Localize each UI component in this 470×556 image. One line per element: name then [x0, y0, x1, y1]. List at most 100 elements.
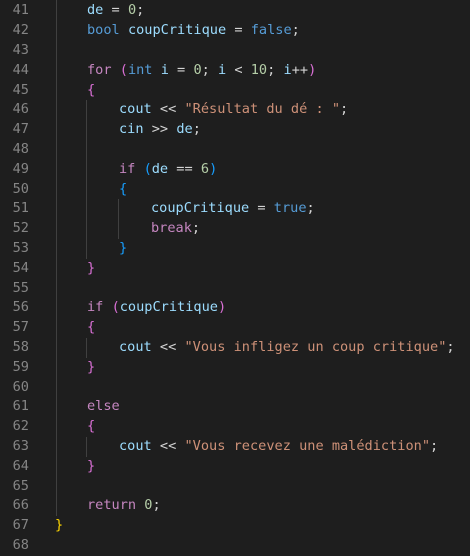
- line-number: 50: [12, 180, 29, 197]
- code-line[interactable]: 66 return 0;: [0, 496, 470, 516]
- code-token: coupCritique: [127, 22, 227, 39]
- code-line[interactable]: 42 bool coupCritique = false;: [0, 21, 470, 41]
- code-text: coupCritique = true;: [151, 199, 315, 219]
- code-token: de: [176, 121, 193, 138]
- line-number: 67: [12, 517, 29, 534]
- code-token: ;: [267, 61, 284, 78]
- code-token: bool: [87, 22, 120, 39]
- code-token: }: [119, 239, 128, 256]
- code-token: i: [160, 61, 169, 78]
- code-editor[interactable]: 41 de = 0; 42 bool coupCritique = false; 43 4…: [0, 0, 470, 553]
- line-number: 57: [12, 319, 29, 336]
- code-line[interactable]: 47 cin >> de;: [0, 120, 470, 140]
- code-token: <<: [151, 338, 185, 355]
- line-number: 58: [12, 338, 29, 355]
- code-token: for: [87, 61, 112, 78]
- code-line[interactable]: 52 break;: [0, 219, 470, 239]
- code-token: "Résultat du dé : ": [184, 101, 341, 118]
- code-token: "Vous infligez un coup critique": [184, 338, 447, 355]
- line-number: 59: [12, 358, 29, 375]
- code-line[interactable]: 57 {: [0, 318, 470, 338]
- code-line[interactable]: 58 cout << "Vous infligez un coup critiqu…: [0, 338, 470, 358]
- code-token: ;: [191, 220, 201, 237]
- code-token: true: [273, 200, 307, 217]
- line-number: 41: [12, 2, 29, 19]
- code-line[interactable]: 61 else: [0, 397, 470, 417]
- line-number: 49: [12, 160, 29, 177]
- code-token: de: [87, 2, 104, 19]
- code-line[interactable]: 59}: [0, 358, 470, 378]
- code-text: cin >> de;: [119, 120, 201, 140]
- line-number: 64: [12, 457, 29, 474]
- code-text: cout << "Vous infligez un coup critique"…: [119, 338, 455, 358]
- code-line[interactable]: 62 {: [0, 417, 470, 437]
- code-token: ;: [306, 200, 315, 217]
- code-line[interactable]: 48: [0, 140, 470, 160]
- code-token: 10: [250, 61, 268, 78]
- code-text: de = 0;: [87, 1, 144, 21]
- line-number: 45: [12, 81, 29, 98]
- line-number: 44: [12, 61, 29, 78]
- code-token: return: [87, 497, 137, 514]
- code-token: i: [283, 61, 292, 78]
- code-text: }: [87, 259, 95, 279]
- code-line[interactable]: 41 de = 0;: [0, 1, 470, 21]
- code-text: break;: [151, 219, 200, 239]
- code-text: if (coupCritique): [87, 298, 226, 318]
- line-number: 51: [12, 200, 29, 217]
- code-token: false: [250, 22, 292, 39]
- code-line[interactable]: 43: [0, 41, 470, 61]
- code-line[interactable]: 56 if (coupCritique): [0, 298, 470, 318]
- code-text: }: [119, 239, 127, 259]
- code-text: if (de == 6): [119, 160, 217, 180]
- code-line[interactable]: 46 cout << "Résultat du dé : ";: [0, 100, 470, 120]
- code-text: cout << "Vous recevez une malédiction";: [119, 437, 438, 457]
- indent-guide: [118, 199, 119, 239]
- code-line[interactable]: 60: [0, 378, 470, 398]
- code-token: ): [217, 299, 227, 316]
- code-token: cout: [119, 338, 152, 355]
- code-token: else: [87, 398, 120, 415]
- code-token: de: [151, 160, 169, 177]
- code-line[interactable]: 49 if (de == 6): [0, 160, 470, 180]
- code-text: }: [87, 358, 95, 378]
- code-token: ==: [168, 160, 201, 177]
- code-token: (: [119, 61, 128, 78]
- code-text: {: [119, 180, 127, 200]
- line-number: 55: [12, 279, 29, 296]
- code-line[interactable]: 45 {: [0, 81, 470, 101]
- code-line[interactable]: 65: [0, 477, 470, 497]
- code-line[interactable]: 68: [0, 536, 470, 556]
- code-token: }: [87, 358, 96, 375]
- code-text: cout << "Résultat du dé : ";: [119, 100, 348, 120]
- code-line[interactable]: 54}: [0, 259, 470, 279]
- line-number: 54: [12, 259, 29, 276]
- code-token: ;: [136, 2, 145, 19]
- code-token: i: [218, 61, 227, 78]
- line-number: 65: [12, 477, 29, 494]
- code-line[interactable]: 55: [0, 279, 470, 299]
- indent-guide: [56, 0, 57, 517]
- code-token: <<: [151, 101, 185, 118]
- code-line[interactable]: 51 coupCritique = true;: [0, 199, 470, 219]
- code-line[interactable]: 44 for (int i = 0; i < 10; i++): [0, 61, 470, 81]
- line-number: 47: [12, 121, 29, 138]
- code-line[interactable]: 63 cout << "Vous recevez une malédiction"…: [0, 437, 470, 457]
- code-line[interactable]: 53}: [0, 239, 470, 259]
- code-token: ): [308, 61, 317, 78]
- code-line[interactable]: 50 {: [0, 180, 470, 200]
- code-token: if: [119, 160, 136, 177]
- code-token: coupCritique: [151, 200, 250, 217]
- code-token: cout: [119, 437, 152, 454]
- code-token: =: [249, 200, 274, 217]
- line-number: 46: [12, 101, 29, 118]
- code-token: cin: [119, 121, 144, 138]
- code-line[interactable]: 64}: [0, 457, 470, 477]
- code-token: >>: [143, 121, 177, 138]
- code-line[interactable]: 67}: [0, 516, 470, 536]
- line-number: 61: [12, 398, 29, 415]
- code-token: {: [119, 180, 128, 197]
- code-token: =: [226, 22, 251, 39]
